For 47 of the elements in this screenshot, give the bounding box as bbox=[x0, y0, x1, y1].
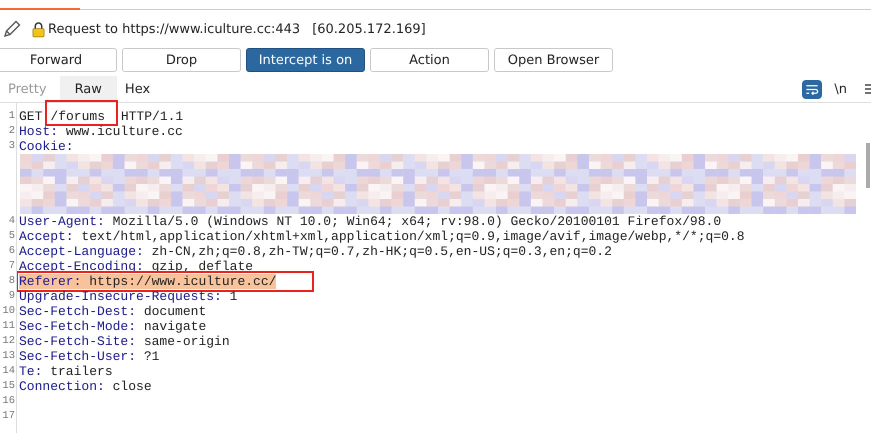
header-line: User-Agent: Mozilla/5.0 (Windows NT 10.0; Win64; x64; rv:98.0) Gecko/20100101 Firefox/98.0 bbox=[19, 214, 722, 229]
request-method: GET bbox=[19, 109, 42, 124]
line-number: 13 bbox=[1, 349, 15, 364]
request-title: Request to https://www.iculture.cc:443 bbox=[48, 22, 300, 36]
line-number: 7 bbox=[8, 259, 15, 274]
line-number: 16 bbox=[1, 394, 15, 409]
line-number: 10 bbox=[1, 304, 15, 319]
ip-address: [60.205.172.169] bbox=[312, 22, 426, 36]
line-number: 6 bbox=[8, 244, 15, 259]
header-line: Host: www.iculture.cc bbox=[19, 124, 183, 139]
header-line: Upgrade-Insecure-Requests: 1 bbox=[19, 289, 238, 304]
lock-icon bbox=[32, 20, 45, 38]
word-wrap-toggle[interactable] bbox=[802, 80, 822, 98]
line-number: 12 bbox=[1, 334, 15, 349]
header-line: Sec-Fetch-Mode: navigate bbox=[19, 319, 206, 334]
line-number: 5 bbox=[8, 229, 15, 244]
line-number: 4 bbox=[8, 214, 15, 229]
line-number: 8 bbox=[8, 274, 15, 289]
line-number: 14 bbox=[1, 364, 15, 379]
action-button[interactable]: Intercept is on bbox=[246, 48, 365, 72]
view-tab[interactable]: Raw bbox=[60, 76, 117, 102]
line-number: 2 bbox=[8, 124, 15, 139]
header-line: Accept: text/html,application/xhtml+xml,application/xml;q=0.9,image/avif,image/webp,*/*;q=0.8 bbox=[19, 229, 745, 244]
action-button[interactable]: Action bbox=[370, 48, 489, 72]
header-line: Sec-Fetch-Dest: document bbox=[19, 304, 206, 319]
header-line: Sec-Fetch-Site: same-origin bbox=[19, 334, 230, 349]
action-button[interactable]: Drop bbox=[122, 48, 241, 72]
action-button[interactable]: Open Browser bbox=[494, 48, 613, 72]
pencil-icon[interactable] bbox=[2, 19, 22, 39]
line-number: 3 bbox=[8, 139, 15, 154]
action-button[interactable]: Forward bbox=[0, 48, 117, 72]
line-number: 15 bbox=[1, 379, 15, 394]
header-line: Sec-Fetch-User: ?1 bbox=[19, 349, 160, 364]
request-path: /forums bbox=[50, 109, 106, 124]
line-number: 11 bbox=[1, 319, 15, 334]
header-line: Accept-Language: zh-CN,zh;q=0.8,zh-TW;q=0.7,zh-HK;q=0.5,en-US;q=0.3,en;q=0.2 bbox=[19, 244, 612, 259]
line-number: 17 bbox=[1, 409, 15, 424]
view-tab[interactable]: Hex bbox=[116, 76, 164, 102]
header-line: Te: trailers bbox=[19, 364, 113, 379]
menu-icon[interactable] bbox=[865, 82, 871, 96]
line-number: 1 bbox=[8, 109, 15, 124]
newline-toggle[interactable]: \n bbox=[834, 82, 847, 96]
header-line: Connection: close bbox=[19, 379, 152, 394]
line-number: 9 bbox=[8, 289, 15, 304]
http-version: HTTP/1.1 bbox=[120, 109, 184, 124]
scrollbar[interactable] bbox=[866, 143, 870, 188]
header-name: Cookie: bbox=[19, 139, 74, 154]
